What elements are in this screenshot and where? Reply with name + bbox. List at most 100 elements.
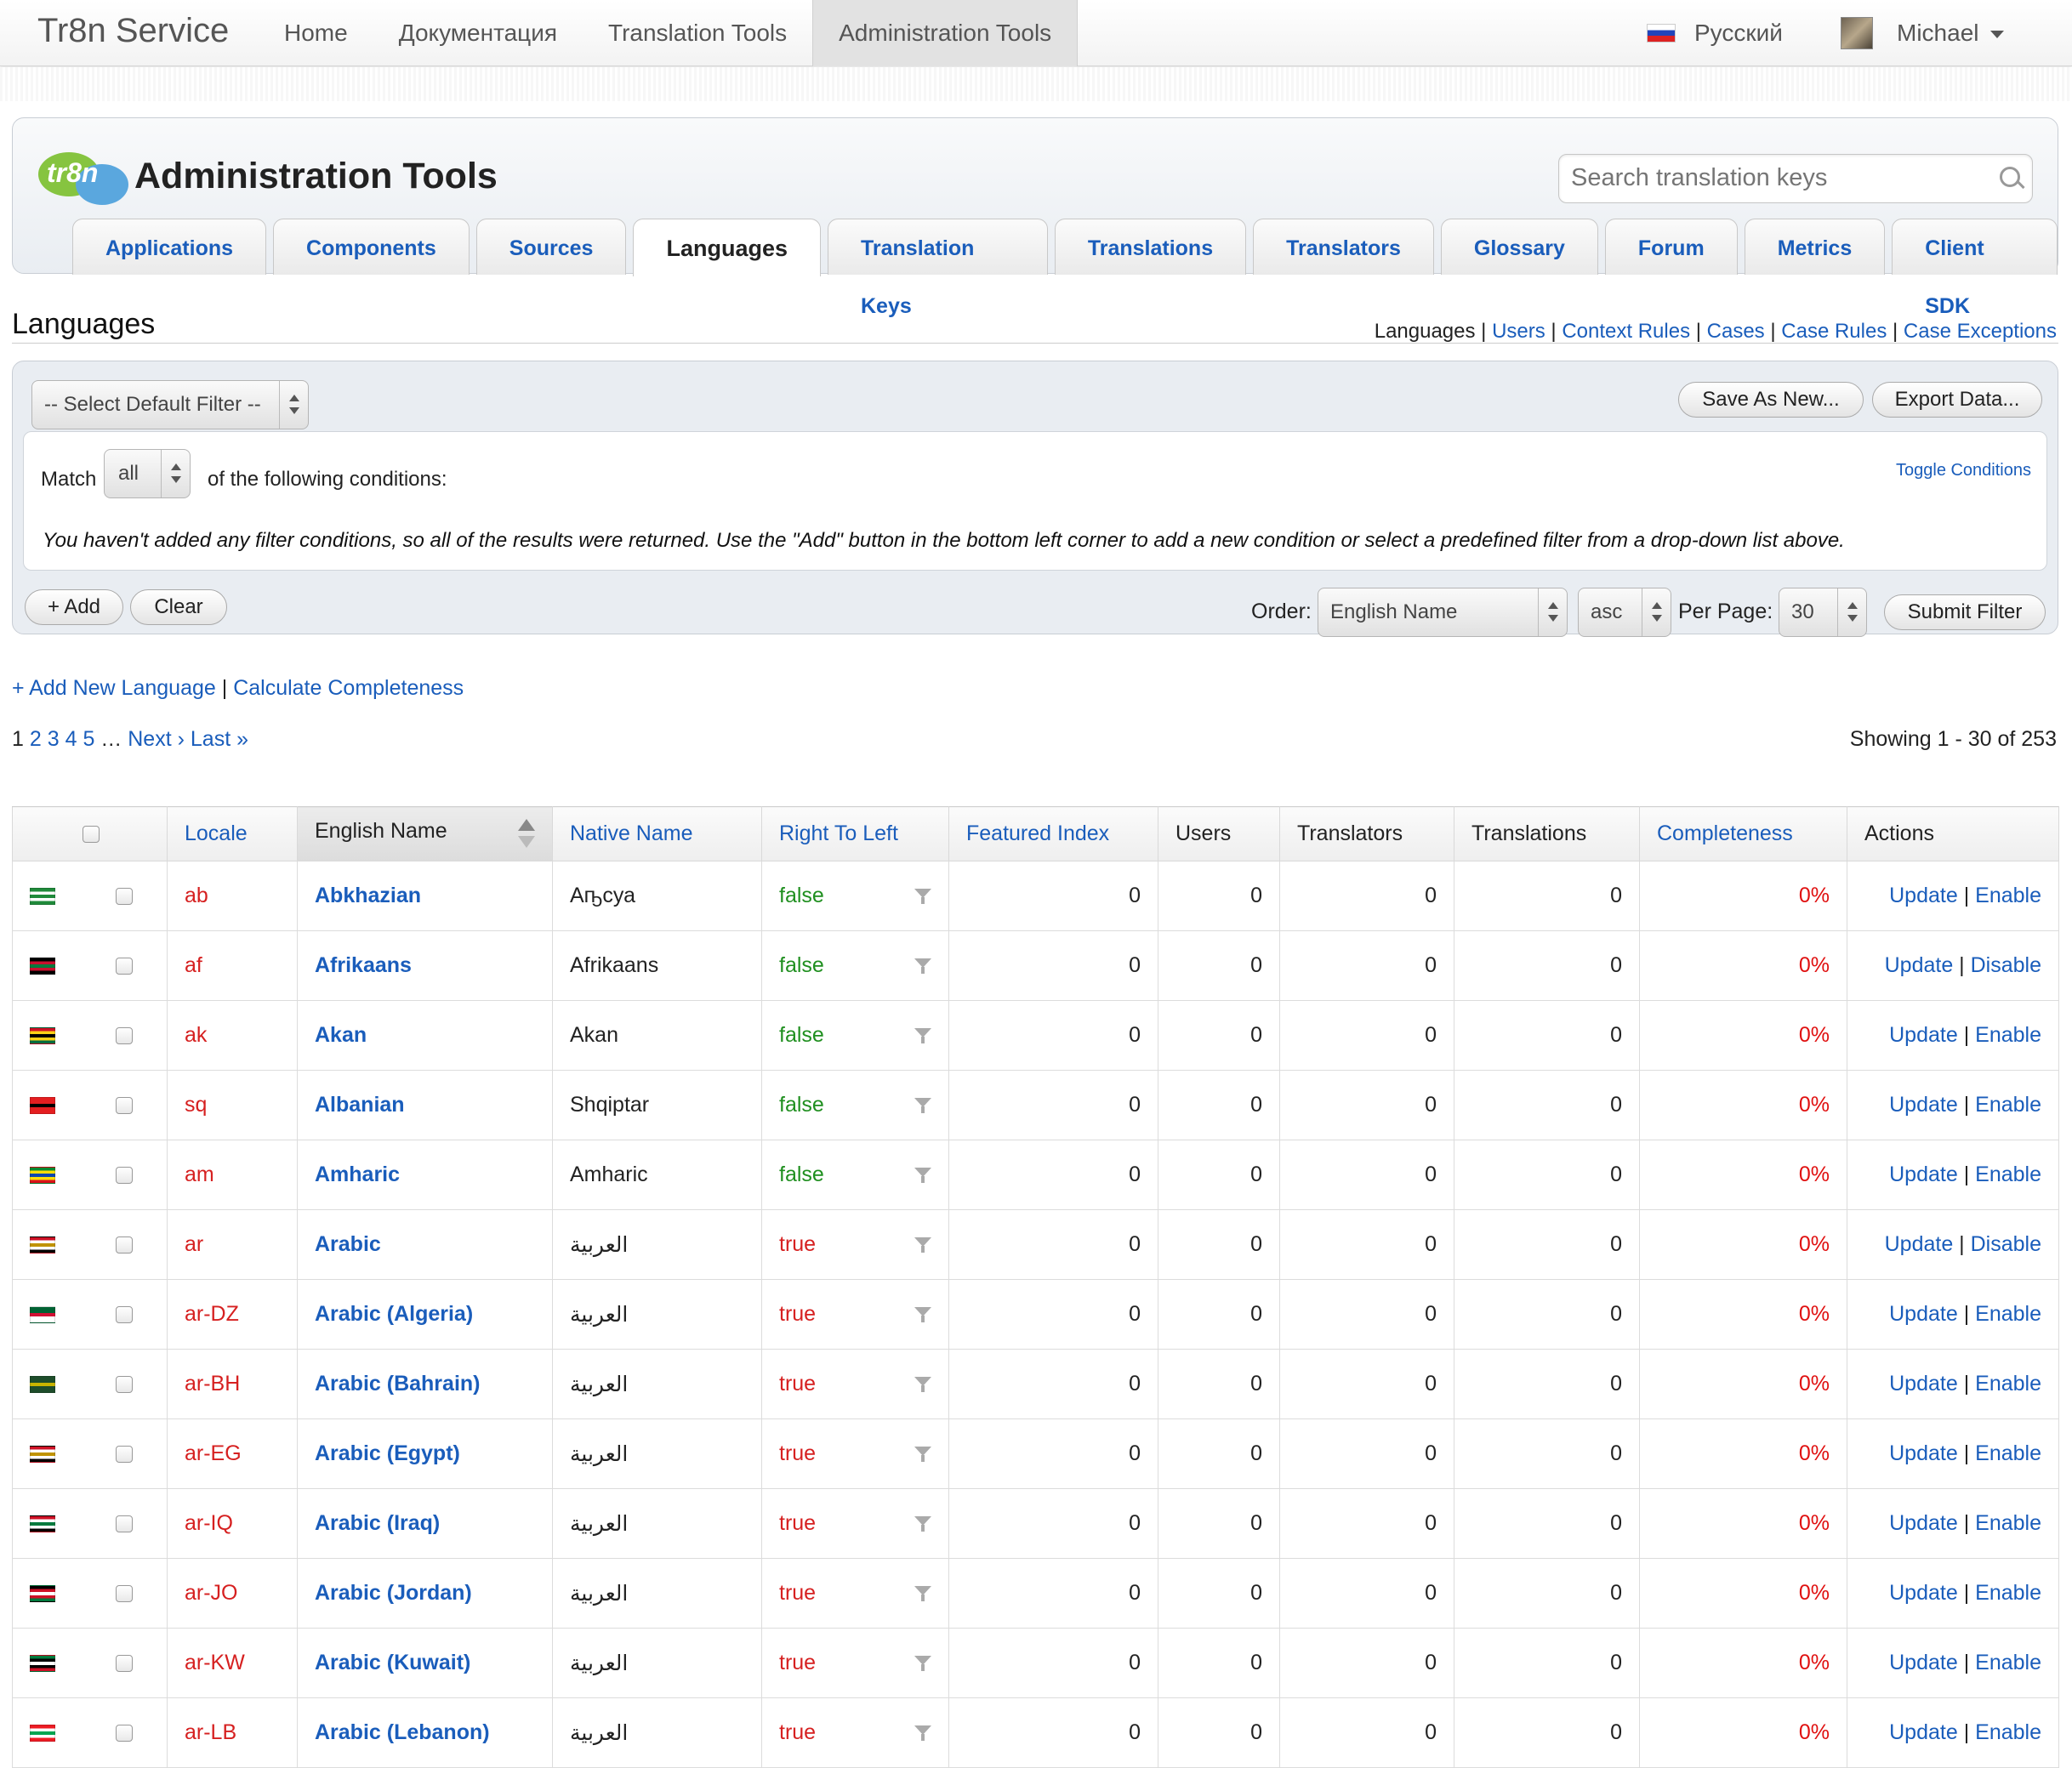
filter-funnel-icon[interactable]: [914, 1028, 931, 1045]
toggle-enable-link[interactable]: Enable: [1975, 1023, 2041, 1047]
header-english-name[interactable]: English Name: [297, 806, 553, 861]
english-name-link[interactable]: Afrikaans: [297, 930, 553, 1001]
english-name-link[interactable]: Akan: [297, 1000, 553, 1071]
tab-translations[interactable]: Translations: [1054, 219, 1247, 275]
toggle-enable-link[interactable]: Enable: [1975, 1581, 2041, 1605]
toggle-enable-link[interactable]: Enable: [1975, 1163, 2041, 1186]
row-checkbox[interactable]: [116, 1027, 134, 1045]
english-name-link[interactable]: Arabic (Bahrain): [297, 1349, 553, 1419]
english-name-link[interactable]: Albanian: [297, 1070, 553, 1140]
add-condition-button[interactable]: + Add: [25, 589, 123, 625]
filter-funnel-icon[interactable]: [914, 958, 931, 975]
section-link-context-rules[interactable]: Context Rules: [1562, 320, 1690, 343]
filter-funnel-icon[interactable]: [914, 1307, 931, 1324]
update-link[interactable]: Update: [1889, 1720, 1958, 1744]
update-link[interactable]: Update: [1885, 953, 1954, 977]
row-checkbox[interactable]: [116, 958, 134, 975]
toggle-enable-link[interactable]: Enable: [1975, 1441, 2041, 1465]
tab-components[interactable]: Components: [273, 219, 470, 275]
filter-funnel-icon[interactable]: [914, 1516, 931, 1533]
update-link[interactable]: Update: [1889, 1302, 1958, 1326]
update-link[interactable]: Update: [1889, 1163, 1958, 1186]
nav-administration-tools[interactable]: Administration Tools: [812, 0, 1079, 66]
page-link[interactable]: 4: [65, 727, 77, 751]
header-locale[interactable]: Locale: [167, 806, 298, 861]
toggle-enable-link[interactable]: Disable: [1971, 1232, 2041, 1256]
row-checkbox[interactable]: [116, 1236, 134, 1254]
match-select[interactable]: all: [104, 449, 191, 498]
row-checkbox[interactable]: [116, 1655, 134, 1673]
row-checkbox[interactable]: [116, 1515, 134, 1533]
last-page-link[interactable]: Last »: [191, 727, 248, 751]
section-link-cases[interactable]: Cases: [1707, 320, 1765, 343]
row-checkbox[interactable]: [116, 1725, 134, 1742]
tab-forum[interactable]: Forum: [1604, 219, 1738, 275]
english-name-link[interactable]: Arabic (Jordan): [297, 1558, 553, 1629]
update-link[interactable]: Update: [1889, 1581, 1958, 1605]
tab-languages[interactable]: Languages: [633, 219, 821, 276]
filter-funnel-icon[interactable]: [914, 1447, 931, 1464]
next-page-link[interactable]: Next ›: [128, 727, 185, 751]
filter-funnel-icon[interactable]: [914, 1168, 931, 1185]
row-checkbox[interactable]: [116, 1376, 134, 1394]
brand-name[interactable]: Tr8n Service: [37, 12, 229, 50]
update-link[interactable]: Update: [1889, 1441, 1958, 1465]
page-link[interactable]: 2: [30, 727, 42, 751]
nav-documentation[interactable]: Документация: [373, 0, 583, 66]
english-name-link[interactable]: Arabic (Kuwait): [297, 1628, 553, 1698]
language-selector[interactable]: Русский: [1647, 0, 1783, 66]
header-completeness[interactable]: Completeness: [1639, 806, 1847, 861]
tab-translators[interactable]: Translators: [1253, 219, 1434, 275]
search-input[interactable]: [1571, 155, 1979, 201]
tab-applications[interactable]: Applications: [72, 219, 267, 275]
toggle-enable-link[interactable]: Enable: [1975, 1093, 2041, 1117]
tab-sources[interactable]: Sources: [475, 219, 627, 275]
filter-funnel-icon[interactable]: [914, 1725, 931, 1742]
update-link[interactable]: Update: [1889, 884, 1958, 907]
row-checkbox[interactable]: [116, 1306, 134, 1324]
row-checkbox[interactable]: [116, 888, 134, 906]
english-name-link[interactable]: Arabic (Algeria): [297, 1279, 553, 1350]
page-link[interactable]: 5: [83, 727, 94, 751]
toggle-enable-link[interactable]: Enable: [1975, 1372, 2041, 1396]
toggle-enable-link[interactable]: Enable: [1975, 1651, 2041, 1674]
update-link[interactable]: Update: [1889, 1372, 1958, 1396]
toggle-conditions-link[interactable]: Toggle Conditions: [1896, 461, 2031, 480]
row-checkbox[interactable]: [116, 1446, 134, 1464]
section-link-case-rules[interactable]: Case Rules: [1781, 320, 1887, 343]
default-filter-select[interactable]: -- Select Default Filter --: [31, 380, 309, 429]
toggle-enable-link[interactable]: Enable: [1975, 884, 2041, 907]
update-link[interactable]: Update: [1889, 1093, 1958, 1117]
header-right-to-left[interactable]: Right To Left: [761, 806, 949, 861]
update-link[interactable]: Update: [1889, 1511, 1958, 1535]
clear-button[interactable]: Clear: [130, 589, 227, 625]
english-name-link[interactable]: Amharic: [297, 1140, 553, 1210]
save-as-new-button[interactable]: Save As New...: [1678, 382, 1864, 418]
export-data-button[interactable]: Export Data...: [1872, 382, 2042, 418]
nav-home[interactable]: Home: [259, 0, 373, 66]
filter-funnel-icon[interactable]: [914, 1656, 931, 1673]
filter-funnel-icon[interactable]: [914, 1237, 931, 1254]
submit-filter-button[interactable]: Submit Filter: [1884, 594, 2046, 630]
page-link[interactable]: 3: [48, 727, 60, 751]
row-checkbox[interactable]: [116, 1167, 134, 1185]
update-link[interactable]: Update: [1889, 1651, 1958, 1674]
english-name-link[interactable]: Arabic: [297, 1209, 553, 1280]
english-name-link[interactable]: Arabic (Iraq): [297, 1488, 553, 1559]
tab-metrics[interactable]: Metrics: [1744, 219, 1886, 275]
update-link[interactable]: Update: [1885, 1232, 1954, 1256]
direction-select[interactable]: asc: [1578, 588, 1671, 637]
search-icon[interactable]: [2000, 167, 2020, 187]
order-select[interactable]: English Name: [1318, 588, 1568, 637]
english-name-link[interactable]: Abkhazian: [297, 861, 553, 931]
header-featured-index[interactable]: Featured Index: [948, 806, 1158, 861]
header-native-name[interactable]: Native Name: [552, 806, 762, 861]
section-link-users[interactable]: Users: [1492, 320, 1545, 343]
tab-client-sdk[interactable]: Client SDK: [1892, 219, 2058, 318]
tab-translation-keys[interactable]: Translation Keys: [828, 219, 1048, 318]
toggle-enable-link[interactable]: Disable: [1971, 953, 2041, 977]
user-menu[interactable]: Michael: [1841, 0, 2005, 66]
per-page-select[interactable]: 30: [1779, 588, 1867, 637]
update-link[interactable]: Update: [1889, 1023, 1958, 1047]
toggle-enable-link[interactable]: Enable: [1975, 1511, 2041, 1535]
